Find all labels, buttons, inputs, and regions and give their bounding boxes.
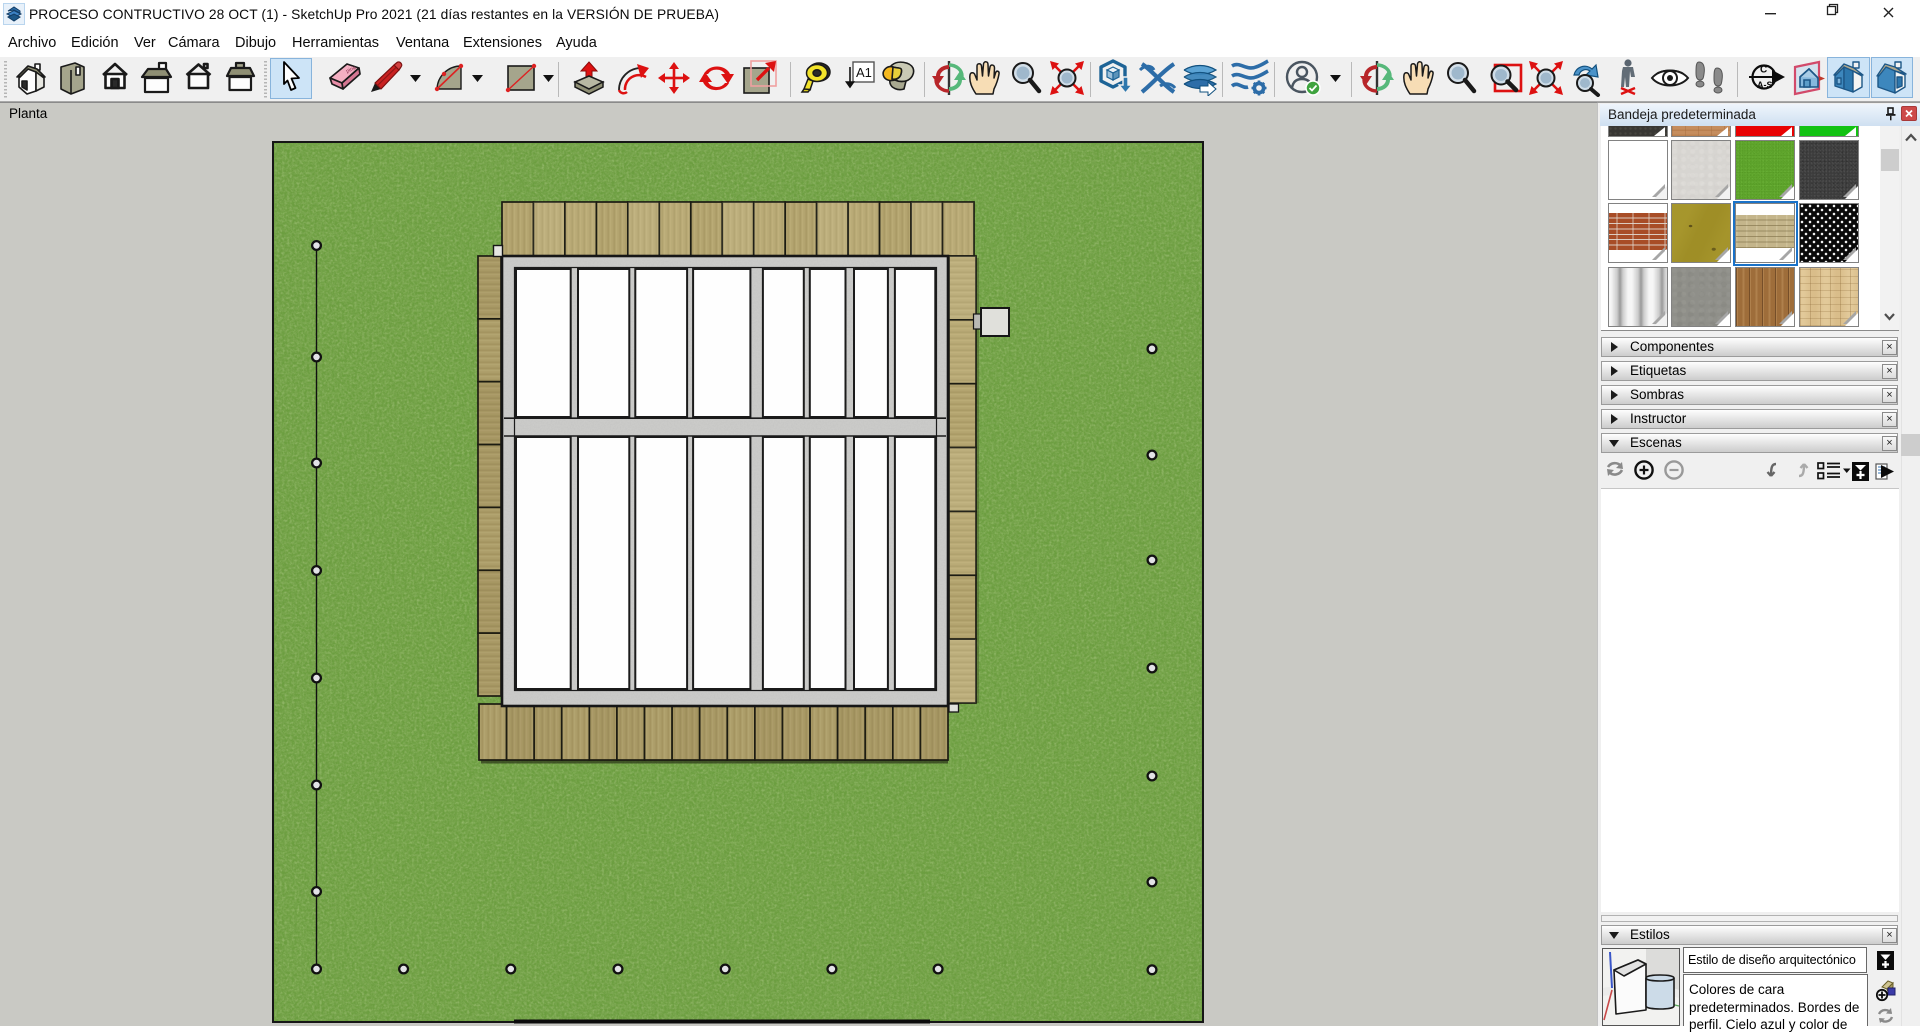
svg-text:A1: A1 bbox=[856, 65, 872, 80]
svg-text:A-S: A-S bbox=[1757, 80, 1773, 90]
svg-text:C: C bbox=[1760, 65, 1767, 76]
